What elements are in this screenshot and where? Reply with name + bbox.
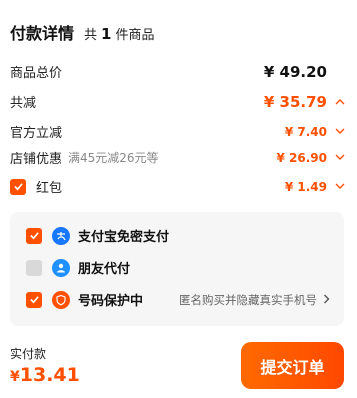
payment-options-panel: 支付宝免密支付 朋友代付 号码保护中 匿名购买并隐藏真实手机号 — [10, 212, 344, 326]
item-count-suffix: 件商品 — [115, 28, 155, 43]
page-title: 付款详情 — [10, 24, 75, 43]
number-protection-label: 号码保护中 — [78, 294, 144, 309]
paid-currency: ¥ — [10, 369, 20, 385]
number-protection-description[interactable]: 匿名购买并隐藏真实手机号 — [179, 292, 317, 308]
chevron-down-icon[interactable] — [331, 183, 345, 190]
item-count-prefix: 共 — [84, 28, 98, 43]
total-price-row: 商品总价 ¥ 49.20 — [10, 62, 345, 82]
submit-order-button[interactable]: 提交订单 — [241, 342, 344, 389]
discount-total-amount: ¥ 35.79 — [263, 92, 327, 111]
total-price-amount: ¥ 49.20 — [263, 62, 327, 81]
friend-pay-label: 朋友代付 — [78, 262, 131, 277]
chevron-up-icon[interactable] — [331, 98, 345, 105]
option-number-protection[interactable]: 号码保护中 匿名购买并隐藏真实手机号 — [26, 290, 330, 309]
red-packet-checkbox[interactable] — [10, 178, 26, 195]
discount-total-label: 共减 — [10, 96, 37, 111]
alipay-password-free-label: 支付宝免密支付 — [78, 230, 170, 245]
total-price-label: 商品总价 — [10, 66, 63, 81]
friend-pay-checkbox[interactable] — [26, 259, 42, 276]
red-packet-row[interactable]: 红包 ¥ 1.49 — [10, 177, 345, 196]
discount-total-row[interactable]: 共减 ¥ 35.79 — [10, 92, 345, 111]
shop-discount-amount: ¥ 26.90 — [276, 150, 327, 165]
official-discount-row[interactable]: 官方立减 ¥ 7.40 — [10, 122, 345, 141]
red-packet-label: 红包 — [36, 181, 63, 196]
alipay-icon — [52, 226, 70, 245]
item-count: 1 — [101, 25, 112, 43]
official-discount-amount: ¥ 7.40 — [284, 124, 327, 139]
friend-pay-icon — [52, 258, 70, 277]
payment-header: 付款详情 共 1 件商品 — [10, 20, 154, 44]
option-alipay-password-free[interactable]: 支付宝免密支付 — [26, 226, 330, 245]
shop-discount-detail: 满45元减26元等 — [68, 151, 159, 165]
shop-discount-label: 店铺优惠 — [10, 152, 63, 167]
paid-amount-label: 实付款 — [10, 347, 47, 361]
official-discount-label: 官方立减 — [10, 126, 63, 141]
red-packet-amount: ¥ 1.49 — [284, 179, 327, 194]
chevron-down-icon[interactable] — [331, 128, 345, 135]
payment-footer: 实付款 ¥13.41 — [10, 345, 80, 386]
shop-discount-row[interactable]: 店铺优惠 满45元减26元等 ¥ 26.90 — [10, 148, 345, 167]
alipay-password-free-checkbox[interactable] — [26, 227, 42, 244]
chevron-down-icon[interactable] — [331, 154, 345, 161]
shield-icon — [52, 290, 70, 309]
option-friend-pay[interactable]: 朋友代付 — [26, 258, 330, 277]
paid-amount: ¥13.41 — [10, 364, 80, 386]
number-protection-checkbox[interactable] — [26, 291, 42, 308]
chevron-right-icon[interactable] — [323, 293, 330, 307]
paid-amount-value: 13.41 — [19, 364, 80, 386]
